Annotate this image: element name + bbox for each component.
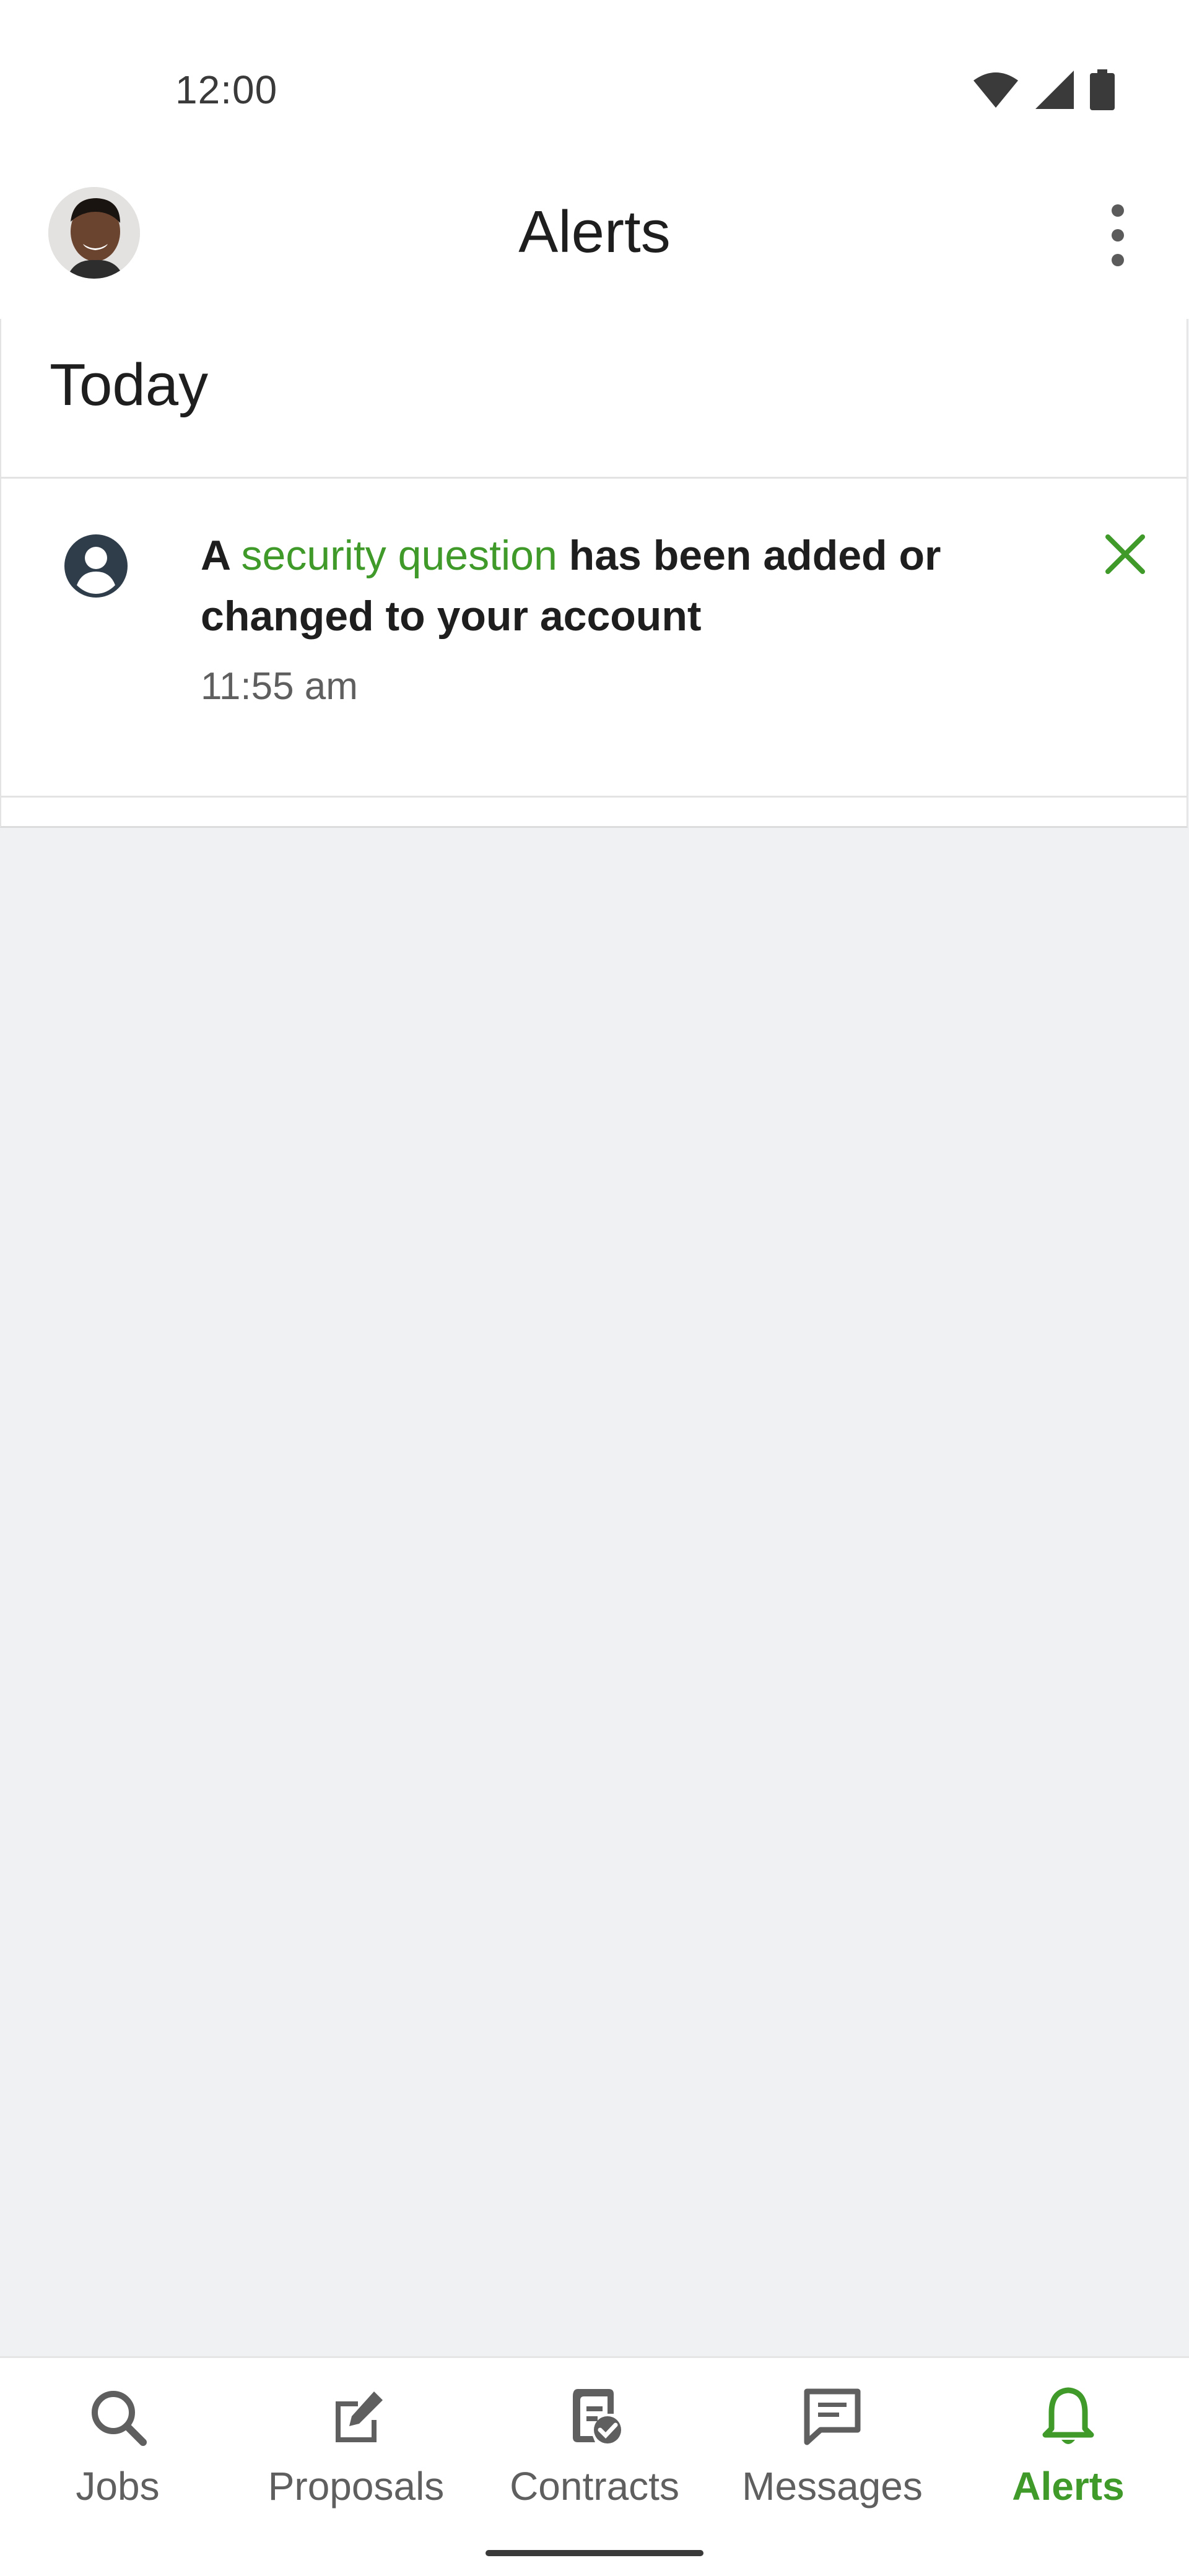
nav-label-proposals: Proposals [268, 2464, 445, 2509]
signal-icon [1035, 71, 1074, 109]
alert-prefix: A [201, 532, 230, 579]
nav-item-alerts[interactable]: Alerts [951, 2383, 1186, 2531]
contract-icon [573, 2389, 621, 2443]
section-title: Today [50, 352, 209, 418]
nav-label-jobs: Jobs [76, 2464, 160, 2509]
more-options-button[interactable] [1096, 204, 1139, 266]
bell-icon [1042, 2387, 1094, 2444]
nav-label-contracts: Contracts [510, 2464, 679, 2509]
status-icons [972, 68, 1115, 111]
more-vert-icon-dot [1112, 254, 1124, 266]
alerts-panel: Today A security question has been added… [0, 319, 1188, 828]
nav-label-alerts: Alerts [1012, 2464, 1125, 2509]
message-icon [804, 2388, 861, 2445]
status-bar: 12:00 [0, 0, 1189, 155]
section-header: Today [1, 319, 1187, 479]
alert-time: 11:55 am [201, 665, 358, 708]
alert-message: A security question has been added or ch… [201, 525, 1006, 646]
alert-item[interactable]: A security question has been added or ch… [1, 479, 1187, 798]
nav-label-messages: Messages [742, 2464, 923, 2509]
nav-item-proposals[interactable]: Proposals [238, 2383, 474, 2531]
bottom-nav: Jobs Proposals Contracts Messages Alerts [0, 2356, 1189, 2576]
account-circle-icon [64, 534, 128, 598]
nav-item-jobs[interactable]: Jobs [0, 2383, 235, 2531]
edit-icon [336, 2391, 383, 2442]
battery-icon [1090, 69, 1115, 110]
page-title: Alerts [518, 199, 671, 265]
more-vert-icon [1112, 204, 1124, 217]
status-time: 12:00 [175, 67, 278, 112]
home-indicator[interactable] [486, 2550, 703, 2556]
wifi-icon [973, 72, 1018, 108]
more-vert-icon-dot [1112, 229, 1124, 242]
alert-link[interactable]: security question [242, 532, 557, 579]
search-icon [92, 2391, 147, 2446]
nav-item-messages[interactable]: Messages [715, 2383, 950, 2531]
close-icon[interactable] [1100, 529, 1150, 579]
nav-item-contracts[interactable]: Contracts [477, 2383, 712, 2531]
